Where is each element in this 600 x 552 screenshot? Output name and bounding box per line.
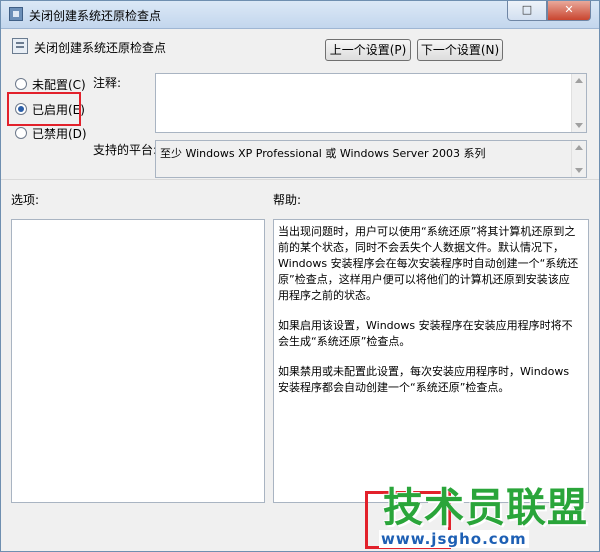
scroll-up-icon[interactable] [575, 78, 583, 83]
comment-textarea[interactable] [155, 73, 587, 133]
comment-scrollbar[interactable] [571, 74, 586, 132]
radio-label: 未配置(C) [32, 77, 86, 92]
help-label: 帮助: [273, 193, 302, 207]
platform-value: 至少 Windows XP Professional 或 Windows Ser… [160, 147, 486, 160]
comment-label: 注释: [93, 76, 122, 90]
close-button[interactable]: ✕ [547, 1, 591, 21]
help-paragraph: 如果禁用或未配置此设置，每次安装应用程序时，Windows 安装程序都会自动创建… [278, 365, 570, 394]
help-text: 当出现问题时，用户可以使用“系统还原”将其计算机还原到之前的某个状态，同时不会丢… [278, 224, 580, 410]
scroll-down-icon[interactable] [575, 168, 583, 173]
radio-not-configured[interactable]: 未配置(C) [15, 76, 86, 92]
radio-button-icon[interactable] [15, 127, 27, 139]
title-bar[interactable]: 关闭创建系统还原检查点 □ ✕ [1, 1, 599, 29]
radio-disabled[interactable]: 已禁用(D) [15, 125, 87, 141]
options-panel [11, 219, 265, 503]
watermark-logo: 技术员联盟 [383, 485, 588, 531]
platform-field: 至少 Windows XP Professional 或 Windows Ser… [155, 140, 587, 178]
radio-button-icon[interactable] [15, 78, 27, 90]
policy-dialog-window: 关闭创建系统还原检查点 □ ✕ 关闭创建系统还原检查点 上一个设置(P) 下一个… [0, 0, 600, 552]
enabled-highlight-box [7, 92, 81, 126]
section-divider [1, 179, 599, 180]
prev-setting-button[interactable]: 上一个设置(P) [325, 39, 411, 61]
options-label: 选项: [11, 193, 40, 207]
help-paragraph: 当出现问题时，用户可以使用“系统还原”将其计算机还原到之前的某个状态，同时不会丢… [278, 225, 579, 302]
help-paragraph: 如果启用该设置，Windows 安装程序在安装应用程序时将不会生成“系统还原”检… [278, 319, 573, 348]
platform-scrollbar[interactable] [571, 141, 586, 177]
radio-label: 已禁用(D) [32, 126, 87, 141]
help-panel[interactable]: 当出现问题时，用户可以使用“系统还原”将其计算机还原到之前的某个状态，同时不会丢… [273, 219, 589, 503]
policy-icon [9, 7, 23, 21]
next-setting-button[interactable]: 下一个设置(N) [417, 39, 503, 61]
platform-label: 支持的平台: [93, 143, 158, 157]
watermark-url: www.jsgho.com [379, 530, 529, 548]
scroll-down-icon[interactable] [575, 123, 583, 128]
policy-name: 关闭创建系统还原检查点 [34, 41, 167, 55]
maximize-button[interactable]: □ [507, 1, 547, 21]
scroll-up-icon[interactable] [575, 145, 583, 150]
window-title: 关闭创建系统还原检查点 [29, 9, 162, 23]
setting-icon [12, 38, 28, 54]
